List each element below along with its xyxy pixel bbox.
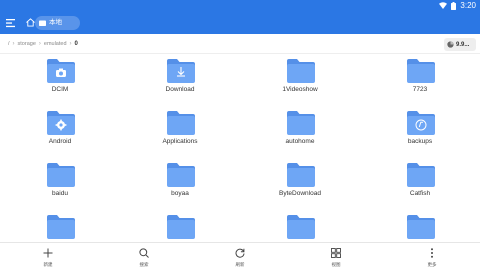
pie-chart-icon [447,41,454,48]
folder-name: DCIM [51,86,69,93]
status-bar: 3:20 [0,0,480,12]
chevron-right-icon: › [69,41,72,47]
location-chip[interactable]: 本地 [35,16,80,30]
chevron-right-icon: › [38,41,41,47]
folder-item[interactable]: ByteDownload [250,160,350,212]
refresh-icon [235,248,245,258]
folder-icon [47,215,75,239]
folder-item[interactable]: backups [370,108,470,160]
folder-icon [407,59,435,83]
folder-icon [287,111,315,135]
breadcrumb-current[interactable]: 0 [75,41,78,47]
folder-icon [47,111,75,135]
folder-icon [167,59,195,83]
file-grid: DCIM Download 1Videoshow 7723 Android Applica… [0,56,480,242]
menu-icon[interactable] [5,16,19,30]
folder-name: boyaa [171,190,189,197]
folder-name: ByteDownload [279,190,321,197]
folder-icon [167,215,195,239]
folder-item[interactable]: 1Videoshow [250,56,350,108]
refresh-button[interactable]: 刷新 [210,243,270,270]
folder-icon [407,111,435,135]
breadcrumb-storage[interactable]: storage [18,41,36,47]
folder-icon [167,111,195,135]
folder-item[interactable]: data [370,212,470,242]
more-label: 更多 [427,262,437,267]
folder-item[interactable]: com.scanner [130,212,230,242]
folder-name: Catfish [409,190,431,197]
storage-chip[interactable]: 9.9... [444,38,476,51]
search-label: 搜索 [139,262,149,267]
storage-text: 9.9... [456,41,470,48]
folder-name: 1Videoshow [282,86,318,93]
view-button[interactable]: 视图 [306,243,366,270]
folder-name: backups [407,138,433,145]
home-icon[interactable] [26,18,35,27]
breadcrumb-root[interactable]: / [8,41,10,47]
folder-item[interactable]: Catfish [370,160,470,212]
folder-item[interactable]: com.tencent.android.qqdownloader [250,212,350,242]
breadcrumb: / › storage › emulated › 0 [8,34,78,54]
refresh-label: 刷新 [235,262,245,267]
bottom-toolbar: 新建 搜索 刷新 视图 更多 [0,242,480,270]
app-bar: 本地 [0,12,480,34]
folder-item[interactable]: DCIM [10,56,110,108]
folder-item[interactable]: Applications [130,108,230,160]
folder-item[interactable]: boyaa [130,160,230,212]
more-button[interactable]: 更多 [402,243,462,270]
new-button[interactable]: 新建 [18,243,78,270]
folder-item[interactable]: 7723 [370,56,470,108]
breadcrumb-bar: / › storage › emulated › 0 9.9... [0,34,480,54]
folder-name: 7723 [412,86,428,93]
folder-icon [47,163,75,187]
more-vertical-icon [431,248,433,258]
view-label: 视图 [331,262,341,267]
plus-icon [43,248,53,258]
chevron-right-icon: › [12,41,15,47]
folder-icon [167,163,195,187]
battery-icon [451,1,457,10]
folder-icon [407,163,435,187]
folder-name: Android [48,138,72,145]
search-icon [139,248,149,258]
breadcrumb-emulated[interactable]: emulated [44,41,67,47]
folder-item[interactable]: baidu [10,160,110,212]
location-label: 本地 [49,19,62,26]
folder-name: baidu [52,190,68,197]
folder-icon [287,163,315,187]
folder-item[interactable]: Android [10,108,110,160]
folder-item[interactable]: Download [130,56,230,108]
folder-icon [47,59,75,83]
search-button[interactable]: 搜索 [114,243,174,270]
folder-icon [407,215,435,239]
folder-item[interactable]: autohome [250,108,350,160]
folder-name: Download [165,86,195,93]
folder-name: Applications [162,138,198,145]
folder-icon [39,20,46,26]
grid-view-icon [331,248,341,258]
folder-item[interactable]: com.dangzoudi.news [10,212,110,242]
folder-icon [287,215,315,239]
new-label: 新建 [43,262,53,267]
status-time: 3:20 [460,1,476,10]
folder-name: autohome [285,138,315,145]
folder-icon [287,59,315,83]
wifi-icon [439,2,448,9]
